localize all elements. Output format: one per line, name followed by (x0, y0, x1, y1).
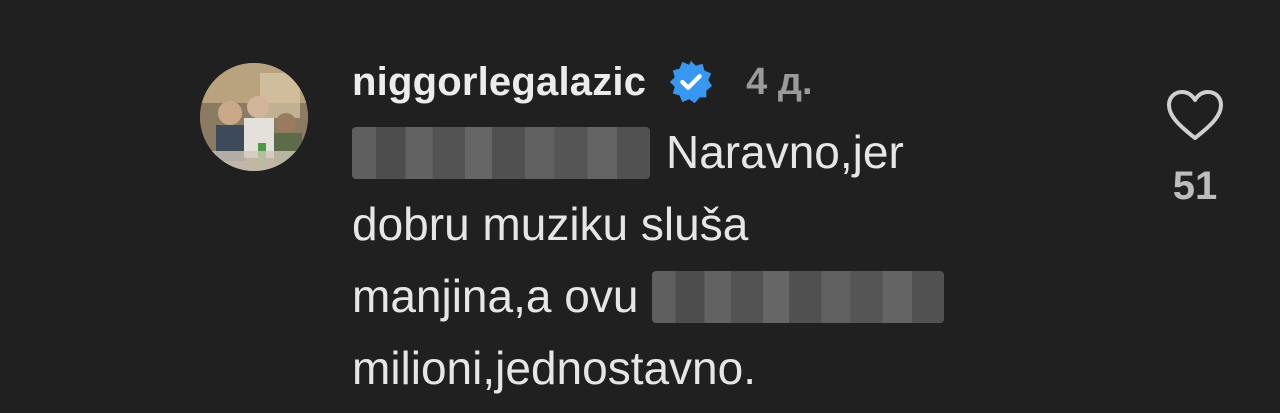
heart-outline-icon[interactable] (1165, 88, 1225, 144)
username[interactable]: niggorlegalazic (352, 60, 646, 105)
comment-text-line3: manjina,a ovu (352, 270, 639, 322)
comment-line-2: dobru muziku sluša (352, 198, 749, 250)
comment-line-3: manjina,a ovu (352, 260, 1132, 332)
comment: niggorlegalazic 4 д. Naravno,jer dobru m… (0, 0, 1280, 413)
blurred-mention (352, 126, 650, 179)
verified-badge-icon (668, 59, 714, 105)
avatar[interactable] (200, 63, 308, 171)
comment-text: Naravno,jer dobru muziku sluša manjina,a… (352, 116, 1132, 404)
comment-timestamp: 4 д. (746, 60, 813, 103)
comment-line-4: milioni,jednostavno. (352, 342, 757, 394)
blurred-word (652, 270, 945, 323)
like-count: 51 (1172, 164, 1218, 208)
comment-header: niggorlegalazic 4 д. (352, 52, 813, 112)
like-area: 51 (1160, 88, 1230, 209)
comment-text-line1: Naravno,jer (666, 126, 904, 178)
avatar-image (200, 63, 308, 171)
comment-line-1: Naravno,jer (352, 116, 1132, 188)
